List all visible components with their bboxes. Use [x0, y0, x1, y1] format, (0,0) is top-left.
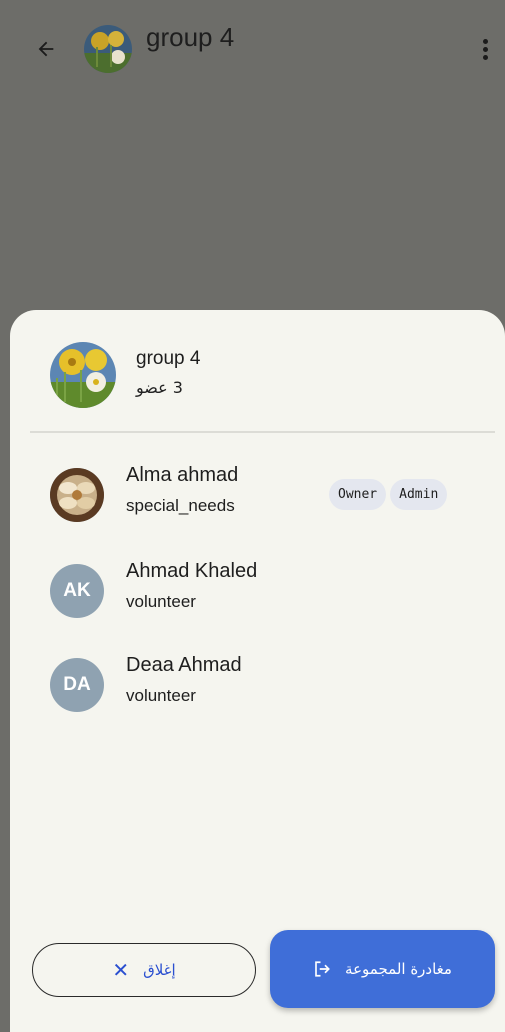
flower-photo-icon: [50, 468, 104, 522]
flower-image-icon: [50, 342, 116, 408]
logout-icon: [313, 960, 331, 978]
member-item[interactable]: AK Ahmad Khaled volunteer: [10, 546, 505, 626]
member-item[interactable]: Alma ahmad special_needs Owner Admin: [10, 450, 505, 530]
arrow-left-icon: [38, 41, 54, 57]
close-icon: ✕: [112, 958, 130, 982]
member-role: volunteer: [126, 686, 196, 705]
member-name: Ahmad Khaled: [126, 560, 258, 582]
avatar: DA: [50, 658, 104, 712]
role-badges: Owner Admin: [329, 479, 448, 510]
flower-image-icon: [84, 25, 132, 73]
owner-badge: Owner: [329, 479, 387, 510]
more-options-button[interactable]: [470, 34, 500, 64]
group-avatar-small[interactable]: [84, 25, 132, 73]
avatar: AK: [50, 564, 104, 618]
admin-badge: Admin: [390, 479, 448, 510]
group-members-sheet: group 4 3 عضو Alma ahmad special_needs O…: [10, 310, 505, 1032]
more-vertical-icon: [482, 38, 488, 44]
member-name: Deaa Ahmad: [126, 654, 242, 676]
divider: [30, 431, 495, 433]
avatar: [50, 468, 104, 522]
group-name: group 4: [136, 348, 201, 369]
leave-group-button[interactable]: مغادرة المجموعة: [270, 930, 495, 1008]
leave-group-label: مغادرة المجموعة: [345, 960, 452, 978]
app-bar: group 4: [0, 0, 505, 96]
member-role: volunteer: [126, 592, 196, 611]
group-avatar: [50, 342, 116, 408]
back-button[interactable]: [30, 33, 62, 65]
sheet-header: group 4 3 عضو: [10, 310, 505, 430]
member-role: special_needs: [126, 496, 235, 515]
close-button-label: إغلاق: [143, 961, 176, 979]
member-name: Alma ahmad: [126, 464, 239, 486]
close-button[interactable]: إغلاق ✕: [32, 943, 256, 997]
app-title: group 4: [146, 22, 235, 52]
member-item[interactable]: DA Deaa Ahmad volunteer: [10, 640, 505, 720]
member-count: 3 عضو: [136, 378, 183, 397]
